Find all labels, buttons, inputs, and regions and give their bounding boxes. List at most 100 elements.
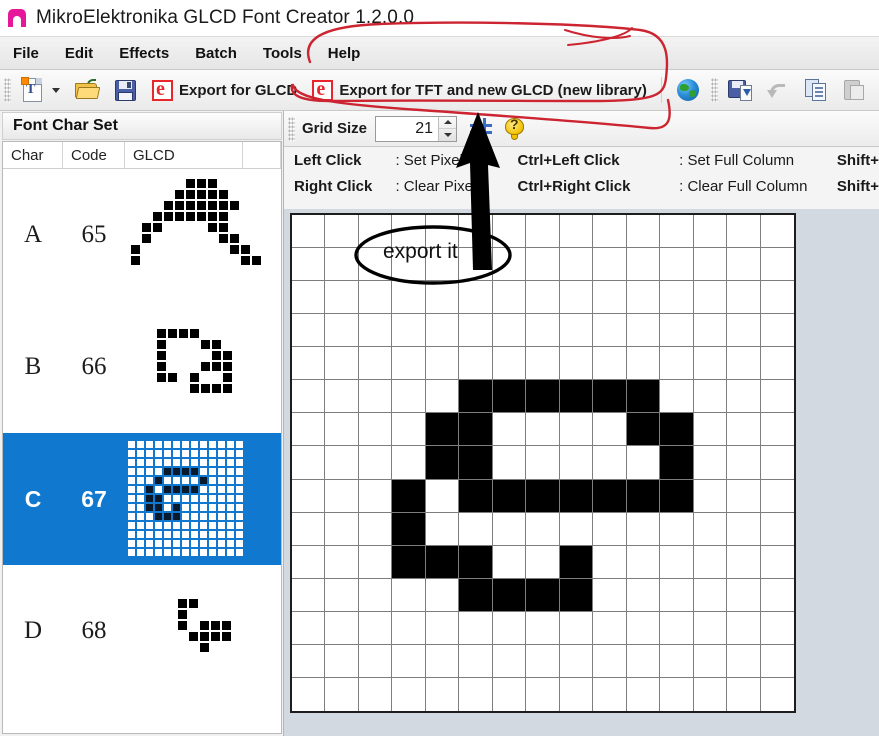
pixel-cell[interactable] xyxy=(693,644,728,678)
pixel-cell[interactable] xyxy=(292,347,326,381)
grid-size-increment-button[interactable] xyxy=(439,117,457,129)
pixel-cell[interactable] xyxy=(492,512,527,546)
pixel-cell[interactable] xyxy=(559,281,594,315)
pixel-cell[interactable] xyxy=(325,314,359,348)
font-char-set-list[interactable]: Char Code GLCD A 65 B 66 C 67 D 68 xyxy=(2,141,282,734)
pixel-cell[interactable] xyxy=(760,545,794,579)
pixel-cell[interactable] xyxy=(392,347,426,381)
pixel-cell[interactable] xyxy=(526,677,560,711)
pixel-cell[interactable] xyxy=(626,215,661,249)
pixel-cell[interactable] xyxy=(727,314,761,348)
pixel-cell[interactable] xyxy=(760,281,794,315)
pixel-cell[interactable] xyxy=(459,479,493,513)
pixel-cell[interactable] xyxy=(492,281,527,315)
pixel-cell[interactable] xyxy=(559,248,594,282)
pixel-cell[interactable] xyxy=(459,545,493,579)
pixel-cell[interactable] xyxy=(325,644,359,678)
pixel-cell[interactable] xyxy=(660,644,694,678)
pixel-cell[interactable] xyxy=(459,248,493,282)
pixel-cell[interactable] xyxy=(425,644,460,678)
grid-size-stepper[interactable] xyxy=(375,115,458,142)
pixel-cell[interactable] xyxy=(292,611,326,645)
pixel-cell[interactable] xyxy=(593,215,627,249)
pixel-cell[interactable] xyxy=(559,314,594,348)
pixel-cell[interactable] xyxy=(559,347,594,381)
pixel-cell[interactable] xyxy=(693,446,728,480)
export-for-tft-button[interactable]: e Export for TFT and new GLCD (new libra… xyxy=(305,74,653,106)
pixel-cell[interactable] xyxy=(559,479,594,513)
pixel-cell[interactable] xyxy=(425,347,460,381)
pixel-cell[interactable] xyxy=(693,578,728,612)
grid-size-spin-buttons[interactable] xyxy=(438,116,457,141)
column-header-glcd[interactable]: GLCD xyxy=(125,142,243,168)
pixel-cell[interactable] xyxy=(626,512,661,546)
pixel-cell[interactable] xyxy=(392,545,426,579)
pixel-cell[interactable] xyxy=(526,413,560,447)
pixel-cell[interactable] xyxy=(693,314,728,348)
pixel-cell[interactable] xyxy=(325,215,359,249)
pixel-cell[interactable] xyxy=(626,446,661,480)
pixel-cell[interactable] xyxy=(492,347,527,381)
pixel-cell[interactable] xyxy=(292,413,326,447)
pixel-cell[interactable] xyxy=(660,512,694,546)
pixel-cell[interactable] xyxy=(492,248,527,282)
pixel-cell[interactable] xyxy=(626,380,661,414)
pixel-cell[interactable] xyxy=(425,512,460,546)
pixel-cell[interactable] xyxy=(760,446,794,480)
pixel-cell[interactable] xyxy=(392,644,426,678)
export-for-glcd-button[interactable]: e Export for GLCD xyxy=(145,74,303,106)
pixel-cell[interactable] xyxy=(727,446,761,480)
pixel-cell[interactable] xyxy=(660,677,694,711)
pixel-cell[interactable] xyxy=(760,611,794,645)
pixel-cell[interactable] xyxy=(760,644,794,678)
pixel-cell[interactable] xyxy=(559,578,594,612)
pixel-cell[interactable] xyxy=(425,281,460,315)
pixel-cell[interactable] xyxy=(492,677,527,711)
pixel-cell[interactable] xyxy=(325,248,359,282)
pixel-cell[interactable] xyxy=(559,644,594,678)
pixel-cell[interactable] xyxy=(760,413,794,447)
pixel-cell[interactable] xyxy=(425,413,460,447)
pixel-cell[interactable] xyxy=(593,512,627,546)
paste-button[interactable] xyxy=(837,74,873,106)
table-row[interactable]: D 68 xyxy=(3,565,281,697)
pixel-cell[interactable] xyxy=(358,314,393,348)
pixel-cell[interactable] xyxy=(760,347,794,381)
pixel-cell[interactable] xyxy=(392,512,426,546)
pixel-cell[interactable] xyxy=(526,314,560,348)
pixel-cell[interactable] xyxy=(626,248,661,282)
pixel-cell[interactable] xyxy=(492,479,527,513)
pixel-cell[interactable] xyxy=(727,248,761,282)
pixel-cell[interactable] xyxy=(727,413,761,447)
pixel-cell[interactable] xyxy=(425,578,460,612)
pixel-cell[interactable] xyxy=(358,446,393,480)
pixel-cell[interactable] xyxy=(693,380,728,414)
pixel-cell[interactable] xyxy=(292,314,326,348)
pixel-cell[interactable] xyxy=(425,314,460,348)
pixel-cell[interactable] xyxy=(559,545,594,579)
menu-item-batch[interactable]: Batch xyxy=(182,41,250,66)
pixel-cell[interactable] xyxy=(626,545,661,579)
pixel-cell[interactable] xyxy=(626,347,661,381)
pixel-cell[interactable] xyxy=(727,677,761,711)
pixel-cell[interactable] xyxy=(492,578,527,612)
pixel-cell[interactable] xyxy=(325,380,359,414)
pixel-cell[interactable] xyxy=(660,578,694,612)
pixel-cell[interactable] xyxy=(760,578,794,612)
pixel-cell[interactable] xyxy=(593,413,627,447)
pixel-cell[interactable] xyxy=(760,512,794,546)
pixel-cell[interactable] xyxy=(459,215,493,249)
pixel-cell[interactable] xyxy=(459,380,493,414)
pixel-cell[interactable] xyxy=(593,677,627,711)
pixel-cell[interactable] xyxy=(459,413,493,447)
copy-button[interactable] xyxy=(799,74,835,106)
save-button[interactable] xyxy=(108,74,143,106)
menu-item-tools[interactable]: Tools xyxy=(250,41,315,66)
column-header-char[interactable]: Char xyxy=(3,142,63,168)
pixel-cell[interactable] xyxy=(593,347,627,381)
pixel-cell[interactable] xyxy=(492,446,527,480)
pixel-cell[interactable] xyxy=(526,380,560,414)
pixel-cell[interactable] xyxy=(660,281,694,315)
pixel-cell[interactable] xyxy=(459,611,493,645)
pixel-cell[interactable] xyxy=(358,578,393,612)
